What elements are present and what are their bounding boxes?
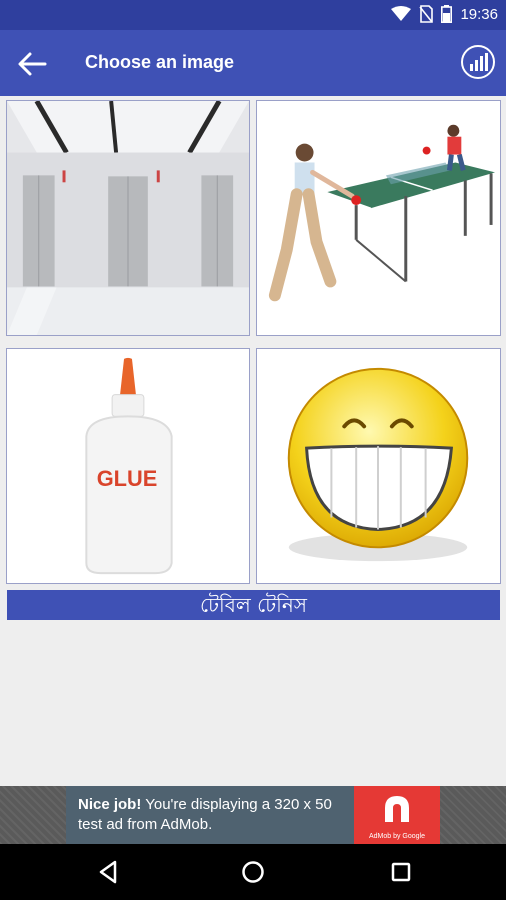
table-tennis-image — [257, 101, 500, 335]
status-bar: 19:36 — [0, 0, 506, 30]
admob-caption: AdMob by Google — [368, 833, 426, 840]
admob-icon — [385, 796, 409, 822]
home-icon — [242, 861, 264, 883]
back-button[interactable] — [14, 46, 50, 82]
status-time: 19:36 — [460, 5, 498, 23]
image-option-elevators[interactable] — [6, 100, 250, 336]
ad-banner: Nice job! You're displaying a 320 x 50 t… — [0, 786, 506, 844]
image-option-table-tennis[interactable] — [256, 100, 501, 336]
elevators-image — [7, 101, 249, 335]
back-icon — [99, 860, 117, 884]
glue-image: GLUE — [7, 349, 249, 583]
status-icons: 19:36 — [391, 5, 498, 23]
page-title: Choose an image — [85, 52, 235, 72]
recents-icon — [391, 862, 411, 882]
stats-chart-icon — [461, 45, 495, 79]
no-sim-icon — [419, 5, 434, 23]
image-option-glue[interactable]: GLUE — [6, 348, 250, 584]
stats-button[interactable] — [460, 44, 496, 80]
ad-headline: Nice job! — [78, 796, 142, 813]
glue-bottle-label: GLUE — [97, 466, 158, 491]
ad-content[interactable]: Nice job! You're displaying a 320 x 50 t… — [66, 786, 440, 844]
smiley-image — [257, 349, 500, 583]
nav-back-button[interactable] — [94, 858, 122, 886]
battery-icon — [441, 5, 453, 23]
nav-recents-button[interactable] — [387, 858, 415, 886]
nav-home-button[interactable] — [239, 858, 267, 886]
image-option-smiley[interactable] — [256, 348, 501, 584]
app-bar: Choose an image — [0, 30, 506, 96]
navigation-bar — [0, 844, 506, 900]
ad-text: Nice job! You're displaying a 320 x 50 t… — [78, 795, 348, 835]
wifi-icon — [391, 6, 412, 21]
arrow-back-icon — [18, 52, 47, 76]
answer-word: টেবিল টেনিস — [7, 590, 500, 620]
admob-logo: AdMob by Google — [354, 786, 440, 844]
